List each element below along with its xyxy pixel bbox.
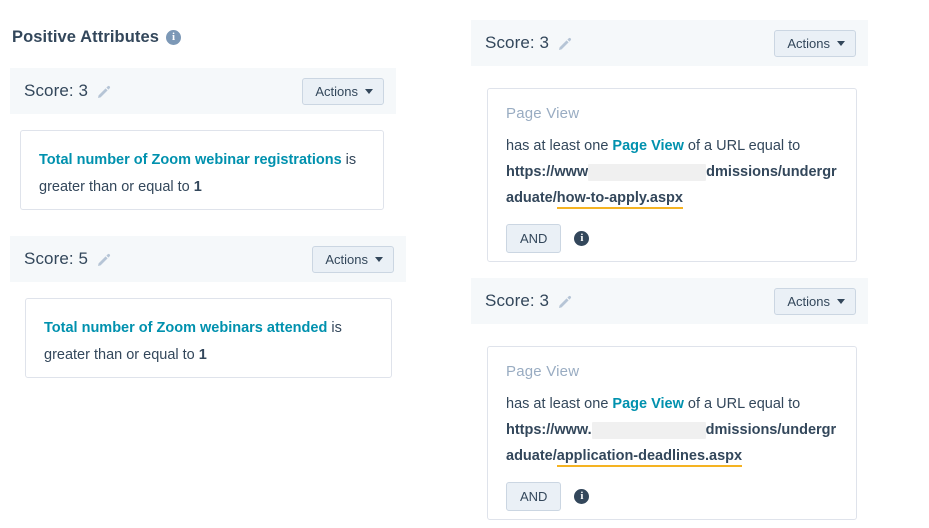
and-row: AND i [506, 482, 838, 511]
condition-property: Total number of Zoom webinar registratio… [39, 152, 342, 168]
chevron-down-icon [365, 88, 373, 94]
condition-value: 1 [198, 347, 207, 363]
edit-pencil-icon[interactable] [557, 37, 573, 53]
score-label: Score: 3 [485, 33, 550, 52]
filter-text: has at least one Page View of a URL equa… [506, 391, 838, 469]
actions-button-label: Actions [787, 35, 830, 51]
info-icon[interactable]: i [166, 30, 182, 45]
page-title-text: Positive Attributes [12, 28, 160, 46]
filter-event-link[interactable]: Page View [612, 138, 683, 154]
chevron-down-icon [837, 298, 845, 304]
redaction-block [588, 163, 707, 181]
actions-button[interactable]: Actions [774, 287, 856, 315]
edit-pencil-icon[interactable] [557, 295, 573, 311]
chevron-down-icon [375, 256, 383, 262]
filter-middle: of a URL equal to [683, 396, 801, 412]
page-title: Positive Attributes i [12, 28, 182, 47]
filter-url-start: https://www. [506, 422, 592, 438]
score-card-header: Score: 3 Actions [10, 68, 396, 114]
filter-url-highlighted: application-deadlines.aspx [556, 448, 743, 467]
redaction-block [591, 421, 706, 439]
actions-button-label: Actions [325, 251, 368, 267]
condition-text: Total number of Zoom webinars attended i… [44, 315, 373, 369]
score-card-header: Score: 3 Actions [471, 278, 868, 324]
edit-pencil-icon[interactable] [96, 85, 112, 101]
score-card-header: Score: 3 Actions [471, 20, 868, 66]
and-row: AND i [506, 224, 838, 253]
info-icon[interactable]: i [574, 489, 590, 504]
score-label: Score: 3 [24, 81, 89, 100]
filter-event-link[interactable]: Page View [612, 396, 683, 412]
score-card: Score: 3 Actions [471, 278, 868, 324]
condition-box[interactable]: Total number of Zoom webinar registratio… [20, 130, 384, 210]
edit-pencil-icon[interactable] [96, 253, 112, 269]
actions-button-label: Actions [787, 293, 830, 309]
score-label: Score: 5 [24, 249, 89, 268]
filter-box[interactable]: Page View has at least one Page View of … [487, 346, 857, 520]
filter-url-start: https://www [506, 164, 589, 180]
filter-box[interactable]: Page View has at least one Page View of … [487, 88, 857, 262]
score-card: Score: 3 Actions [10, 68, 396, 114]
filter-url-highlighted: how-to-apply.aspx [556, 190, 683, 209]
filter-prefix: has at least one [506, 138, 613, 154]
condition-box[interactable]: Total number of Zoom webinars attended i… [25, 298, 392, 378]
condition-value: 1 [193, 179, 202, 195]
filter-middle: of a URL equal to [683, 138, 801, 154]
condition-property: Total number of Zoom webinars attended [44, 320, 328, 336]
info-icon[interactable]: i [574, 231, 590, 246]
score-card-header: Score: 5 Actions [10, 236, 406, 282]
chevron-down-icon [837, 40, 845, 46]
and-button[interactable]: AND [506, 224, 562, 253]
score-card: Score: 5 Actions [10, 236, 406, 282]
filter-text: has at least one Page View of a URL equa… [506, 133, 838, 211]
score-label: Score: 3 [485, 291, 550, 310]
filter-title: Page View [506, 363, 580, 380]
actions-button-label: Actions [315, 83, 358, 99]
and-button[interactable]: AND [506, 482, 562, 511]
score-card: Score: 3 Actions [471, 20, 868, 66]
actions-button[interactable]: Actions [302, 77, 384, 105]
filter-prefix: has at least one [506, 396, 613, 412]
filter-title: Page View [506, 105, 580, 122]
actions-button[interactable]: Actions [774, 29, 856, 57]
condition-text: Total number of Zoom webinar registratio… [39, 147, 365, 201]
actions-button[interactable]: Actions [312, 245, 394, 273]
